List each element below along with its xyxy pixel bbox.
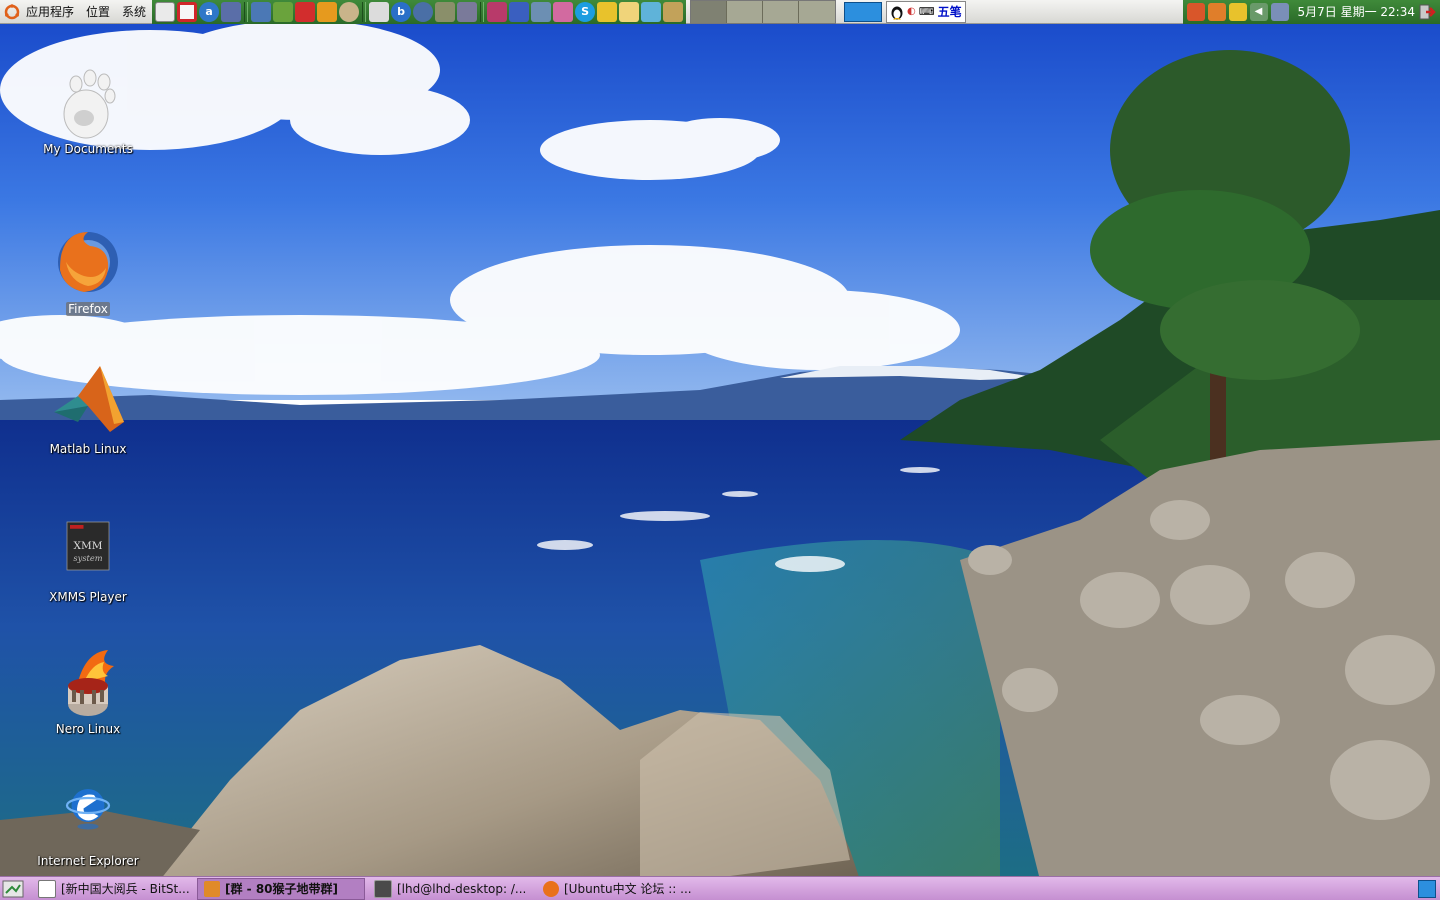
network-launcher-icon[interactable]	[435, 1, 456, 22]
desktop-icon-label: Firefox	[66, 302, 110, 316]
taskbar-item-firefox-forum[interactable]: [Ubuntu中文 论坛 :: ...	[537, 878, 703, 900]
pdf-launcher-icon[interactable]	[295, 1, 316, 22]
svg-text:system: system	[73, 553, 102, 563]
desktop-icon-nero[interactable]: Nero Linux	[33, 642, 143, 736]
workspace-1[interactable]	[691, 0, 728, 23]
desktop-icon-firefox[interactable]: Firefox	[33, 222, 143, 316]
cd-launcher-icon[interactable]	[339, 1, 360, 22]
desktop-icon-matlab[interactable]: Matlab Linux	[33, 362, 143, 456]
desktop-icon-internet-explorer[interactable]: Internet Explorer	[33, 780, 143, 868]
task-label: [lhd@lhd-desktop: /...	[397, 881, 527, 896]
folder-launcher-icon[interactable]	[619, 1, 640, 22]
star-launcher-icon[interactable]	[487, 1, 508, 22]
svg-text:XMM: XMM	[74, 540, 103, 552]
firefox-icon	[58, 232, 118, 292]
puzzle-launcher-icon[interactable]	[317, 1, 338, 22]
magnifier-launcher-icon[interactable]	[531, 1, 552, 22]
gnome-foot-icon	[63, 69, 116, 139]
top-panel: 应用程序 位置 系统 a b S ◐ ⌨ 五笔 ◀ 5月7日 星期一 22:34	[0, 0, 1440, 24]
taskbar-item-qq-group[interactable]: [群 - 80猴子地带群]	[197, 877, 365, 900]
volume-icon[interactable]: ◀	[1249, 2, 1268, 21]
messenger-launcher-icon[interactable]: b	[391, 1, 412, 22]
desktop-icon-label: Nero Linux	[55, 722, 121, 736]
qq-icon	[204, 880, 220, 897]
internet-explorer-icon	[65, 789, 111, 830]
ime-mode-icon[interactable]: ◐	[907, 6, 916, 17]
tools-launcher-icon[interactable]	[663, 1, 684, 22]
browser-launcher-icon[interactable]: a	[199, 1, 220, 22]
launcher-strip: a b S	[152, 0, 687, 24]
download-icon[interactable]	[1207, 2, 1226, 21]
globe-launcher-icon[interactable]	[413, 1, 434, 22]
desktop-icon-label: XMMS Player	[49, 590, 127, 604]
help-launcher-icon[interactable]	[177, 1, 198, 22]
window-icon	[38, 879, 56, 898]
task-label: [新中国大阅兵 - BitSt...	[61, 882, 190, 896]
book-launcher-icon[interactable]	[273, 1, 294, 22]
trash-applet-icon[interactable]	[1418, 879, 1436, 898]
firefox-icon	[543, 880, 559, 897]
launcher-separator	[244, 1, 249, 22]
document-launcher-icon[interactable]	[221, 1, 242, 22]
desktop-icon-label: Matlab Linux	[49, 442, 127, 456]
penguin-icon[interactable]	[890, 4, 904, 20]
save-launcher-icon[interactable]	[251, 1, 272, 22]
desktop-icon-label: My Documents	[43, 142, 133, 156]
main-menu-bar: 应用程序 位置 系统	[0, 0, 152, 24]
menu-applications[interactable]: 应用程序	[20, 0, 80, 24]
matlab-icon	[54, 366, 124, 432]
workspace-3[interactable]	[763, 0, 800, 23]
logout-icon[interactable]	[1418, 3, 1436, 21]
update-icon[interactable]	[1186, 2, 1205, 21]
task-label: [Ubuntu中文 论坛 :: ...	[564, 882, 692, 896]
menu-places[interactable]: 位置	[80, 0, 116, 24]
bird-launcher-icon[interactable]	[509, 1, 530, 22]
keyboard-icon[interactable]: ⌨	[919, 5, 935, 18]
system-tray: ◀ 5月7日 星期一 22:34	[1182, 0, 1440, 24]
ubuntu-logo-icon[interactable]	[4, 3, 20, 20]
monitor-launcher-icon[interactable]	[457, 1, 478, 22]
launcher-separator	[362, 1, 367, 22]
clock[interactable]: 5月7日 星期一 22:34	[1298, 3, 1415, 20]
show-desktop-icon[interactable]	[2, 879, 24, 899]
desktop-icon-label: Internet Explorer	[37, 854, 139, 868]
desktop-wallpaper	[0, 0, 1440, 880]
task-label: [群 - 80猴子地带群]	[225, 882, 339, 896]
calculator-launcher-icon[interactable]	[369, 1, 390, 22]
qq-tray-icon[interactable]	[1228, 2, 1247, 21]
skype-launcher-icon[interactable]: S	[575, 1, 596, 22]
taskbar-item-bitstorm[interactable]: [新中国大阅兵 - BitSt...	[32, 878, 194, 900]
desktop-icon-my-documents[interactable]: My Documents	[33, 62, 143, 156]
desktop-icon-xmms[interactable]: XMM system XMMS Player	[33, 516, 143, 604]
workspace-switcher	[690, 0, 837, 24]
qq-launcher-icon[interactable]	[597, 1, 618, 22]
bottom-panel: [新中国大阅兵 - BitSt... [群 - 80猴子地带群] [lhd@lh…	[0, 876, 1440, 900]
workspace-2[interactable]	[727, 0, 764, 23]
network-monitor-icon[interactable]	[1270, 2, 1289, 21]
launcher-separator	[480, 1, 485, 22]
show-desktop-button[interactable]	[844, 1, 883, 22]
xmms-icon: XMM system	[66, 521, 110, 571]
users-launcher-icon[interactable]	[641, 1, 662, 22]
taskbar-item-terminal[interactable]: [lhd@lhd-desktop: /...	[368, 878, 534, 900]
paint-launcher-icon[interactable]	[553, 1, 574, 22]
menu-system[interactable]: 系统	[116, 0, 152, 24]
workspace-4[interactable]	[799, 0, 836, 23]
home-launcher-icon[interactable]	[155, 1, 176, 22]
input-method-bar: ◐ ⌨ 五笔	[886, 0, 966, 23]
terminal-icon	[374, 879, 392, 898]
ime-name-label[interactable]: 五笔	[938, 3, 962, 20]
nero-icon	[68, 650, 114, 716]
